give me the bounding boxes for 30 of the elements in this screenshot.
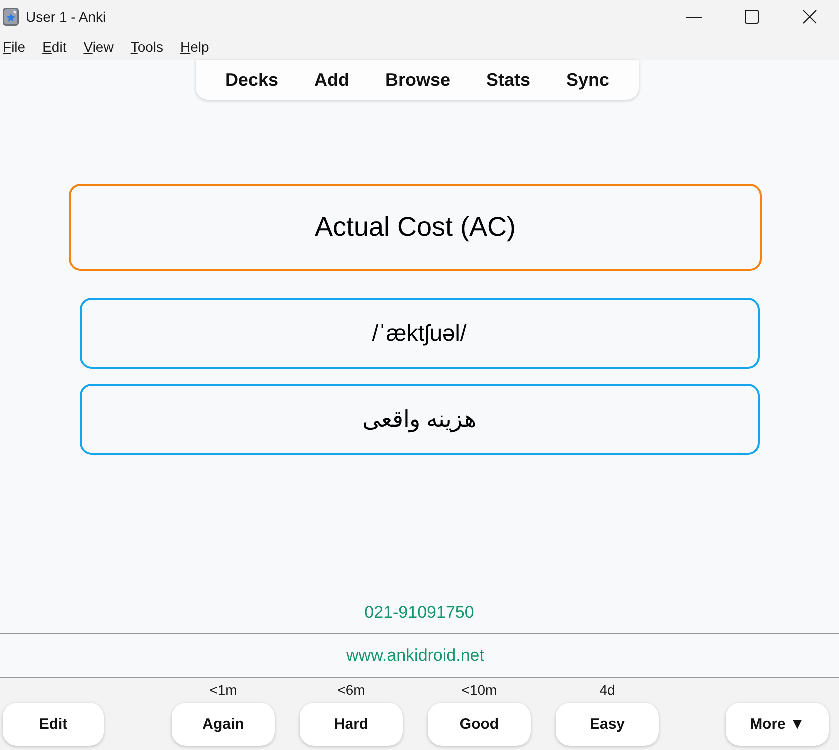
interval-label: <6m	[338, 682, 366, 698]
toolbar-link[interactable]: Decks	[215, 66, 288, 94]
toolbar-link[interactable]: Add	[304, 66, 360, 94]
menu-item[interactable]: Edit	[40, 36, 75, 58]
interval-label: <1m	[210, 682, 238, 698]
card-field: هزینه واقعی	[80, 384, 760, 455]
menu-item[interactable]: View	[80, 36, 122, 58]
menu-item[interactable]: Help	[178, 36, 218, 58]
menu-item[interactable]: File	[0, 36, 34, 58]
toolbar-link[interactable]: Browse	[375, 66, 461, 94]
maximize-icon	[745, 10, 759, 24]
window-title: User 1 - Anki	[26, 9, 106, 25]
minimize-icon	[686, 16, 702, 18]
close-icon	[803, 10, 817, 24]
answer-button[interactable]: Easy	[556, 703, 659, 746]
interval-label: 4d	[600, 682, 616, 698]
card-field: Actual Cost (AC)	[69, 184, 762, 271]
menu-item[interactable]: Tools	[128, 36, 172, 58]
edit-button[interactable]: Edit	[3, 703, 104, 746]
interval-label: <10m	[462, 682, 498, 698]
app-star-icon	[3, 8, 19, 26]
answer-button[interactable]: Again	[172, 703, 275, 746]
website-link[interactable]: www.ankidroid.net	[346, 646, 484, 666]
phone-number-text: 021-91091750	[364, 603, 474, 623]
card-field: /ˈæktʃuəl/	[80, 298, 760, 369]
toolbar-link[interactable]: Stats	[476, 66, 541, 94]
toolbar-link[interactable]: Sync	[556, 66, 620, 94]
answer-button[interactable]: Good	[428, 703, 531, 746]
answer-button[interactable]: Hard	[300, 703, 403, 746]
more-button[interactable]: More ▼	[726, 703, 829, 746]
